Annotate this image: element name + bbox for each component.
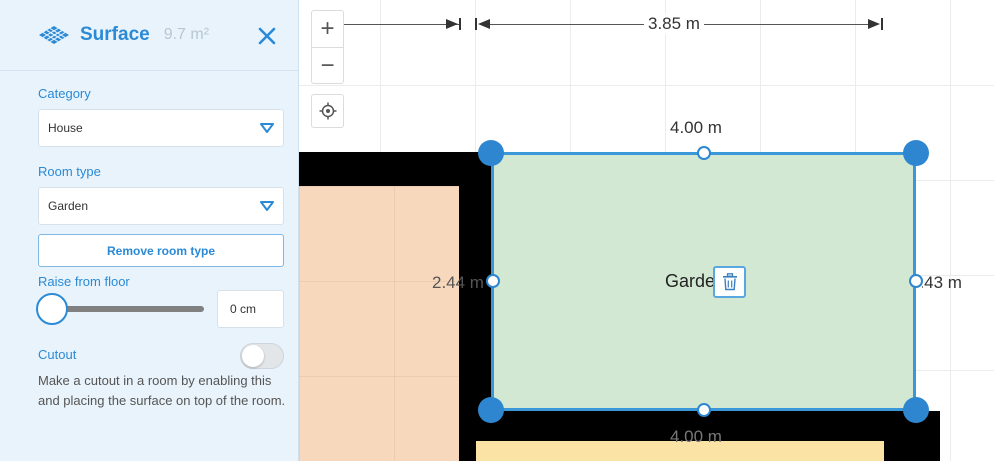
raise-from-floor-slider[interactable] (36, 293, 204, 326)
trash-icon (722, 273, 737, 291)
edge-handle-top[interactable] (697, 146, 711, 160)
arrow-right-icon (868, 18, 883, 30)
cutout-label: Cutout (38, 347, 77, 362)
chevron-down-icon (260, 123, 274, 133)
raise-from-floor-input[interactable] (217, 290, 284, 328)
zoom-out-button[interactable]: − (312, 47, 343, 83)
category-select-value: House (48, 121, 83, 135)
room-bottom-width-label: 4.00 m (670, 427, 722, 446)
right-height-clip: 2.43 m (922, 272, 982, 296)
room-type-select-value: Garden (48, 199, 89, 213)
corner-handle-bottom-right[interactable] (903, 397, 929, 423)
remove-room-type-button[interactable]: Remove room type (38, 234, 284, 267)
surface-panel: Surface 9.7 m² Category House Room type … (0, 0, 299, 461)
room-right-height-label: 2.43 m (922, 273, 962, 292)
corner-handle-bottom-left[interactable] (478, 397, 504, 423)
delete-room-button[interactable] (713, 266, 746, 298)
cutout-description: Make a cutout in a room by enabling this… (38, 373, 286, 408)
cutout-toggle-knob (242, 345, 264, 367)
corner-handle-top-left[interactable] (478, 140, 504, 166)
zoom-controls: + − (311, 10, 344, 84)
top-dimension-label: 3.85 m (644, 14, 704, 34)
panel-header: Surface 9.7 m² (0, 0, 298, 71)
edge-handle-left[interactable] (486, 274, 500, 288)
chevron-down-icon (260, 201, 274, 211)
panel-title: Surface (80, 24, 150, 45)
room-type-select[interactable]: Garden (38, 187, 284, 225)
room-peach (299, 186, 459, 461)
zoom-in-button[interactable]: + (312, 11, 343, 47)
surface-icon (39, 26, 69, 44)
arrow-left-icon (475, 18, 490, 30)
category-select[interactable]: House (38, 109, 284, 147)
corner-handle-top-right[interactable] (903, 140, 929, 166)
cutout-toggle[interactable] (240, 343, 284, 369)
left-height-clip: 2.44 m (428, 272, 484, 296)
edge-handle-bottom[interactable] (697, 403, 711, 417)
dimension-line-left-segment (344, 24, 459, 25)
raise-from-floor-label: Raise from floor (38, 274, 130, 289)
edge-handle-right[interactable] (909, 274, 923, 288)
arrow-right-icon (446, 18, 461, 30)
close-panel-button[interactable] (255, 24, 279, 48)
slider-thumb[interactable] (36, 293, 68, 325)
room-left-height-label: 2.44 m (432, 273, 484, 292)
room-top-width-label: 4.00 m (670, 118, 722, 137)
close-icon (258, 27, 276, 45)
room-type-label: Room type (38, 164, 101, 179)
category-label: Category (38, 86, 91, 101)
surface-area-value: 9.7 m² (163, 26, 210, 43)
locate-button[interactable] (311, 94, 344, 128)
crosshair-icon (319, 102, 336, 120)
floor-planner-app: 3.85 m 4.00 m 4.00 m 2.44 m 2.43 m Garde… (0, 0, 994, 461)
